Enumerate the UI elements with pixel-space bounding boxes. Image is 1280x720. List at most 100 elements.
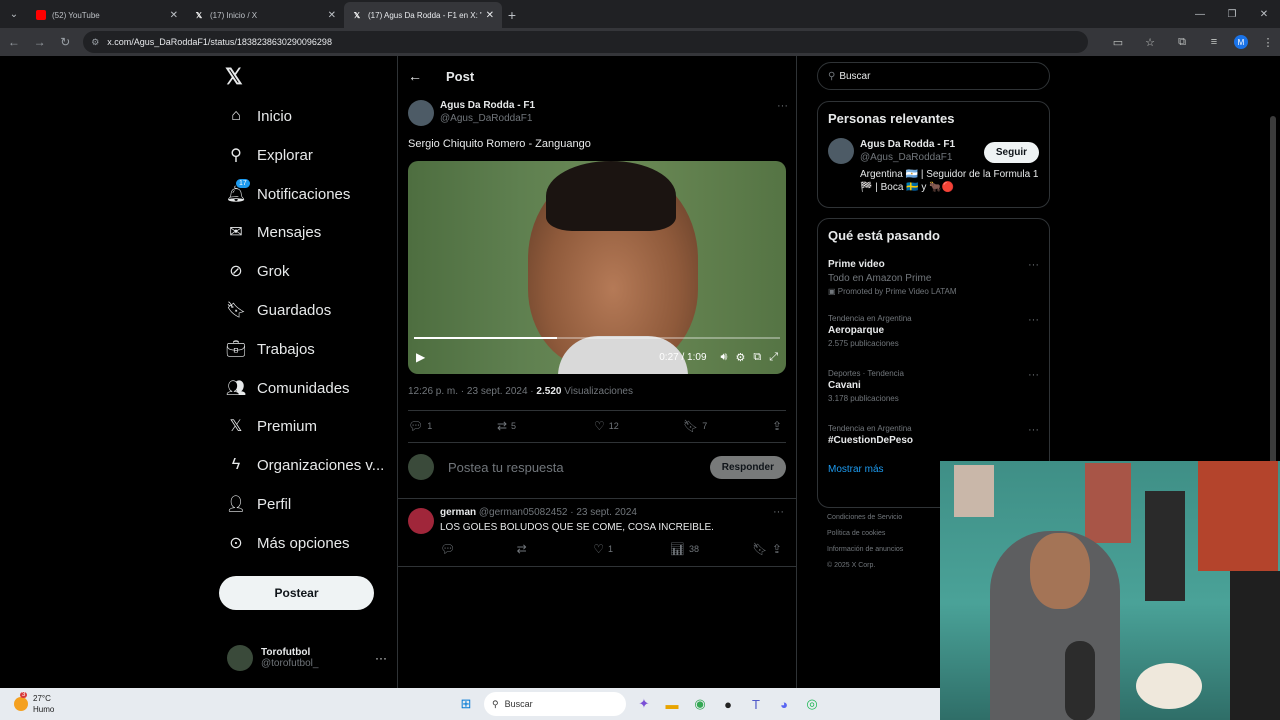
close-icon[interactable]: ✕	[170, 10, 178, 21]
bookmark-button[interactable]: 🔖︎ 7	[683, 419, 772, 433]
footer-link[interactable]: Información de anuncios	[827, 542, 947, 558]
file-explorer-icon[interactable]: ▬	[660, 692, 684, 716]
post-button[interactable]: Postear	[219, 576, 374, 610]
volume-icon[interactable]: 🔊︎	[721, 351, 728, 364]
sidebar-item-inicio[interactable]: ⌂ Inicio	[227, 99, 292, 133]
window-controls: — ❐ ✕	[1184, 0, 1280, 28]
comment-author[interactable]: german	[440, 507, 476, 518]
reply-button[interactable]: 💬︎ 1	[408, 419, 497, 433]
search-input[interactable]: ⚲ Buscar	[817, 62, 1050, 90]
more-dots-icon[interactable]: ···	[773, 506, 784, 518]
taskbar-search[interactable]: ⚲ Buscar	[484, 692, 626, 716]
reply-submit-button[interactable]: Responder	[709, 455, 786, 479]
views-button[interactable]: 📊︎ 38	[670, 542, 753, 556]
trend-item[interactable]: Tendencia en Argentina #CuestionDePeso ·…	[818, 424, 1049, 464]
relevant-person[interactable]: Agus Da Rodda - F1 @Agus_DaRoddaF1 Segui…	[818, 138, 1049, 198]
pip-icon[interactable]: ⧉	[753, 351, 761, 364]
reload-icon[interactable]: ↻	[53, 30, 77, 54]
sidebar-item-perfil[interactable]: 👤︎ Perfil	[226, 487, 291, 521]
follow-button[interactable]: Seguir	[983, 142, 1039, 163]
reading-list-icon[interactable]: ≡	[1202, 30, 1226, 54]
menu-icon[interactable]: ⋮	[1256, 30, 1280, 54]
more-dots-icon[interactable]: ···	[1028, 369, 1039, 381]
sidebar-item-label: Comunidades	[257, 379, 350, 397]
sidebar-item-trabajos[interactable]: 💼︎ Trabajos	[226, 332, 315, 366]
url-field[interactable]: ⚙ x.com/Agus_DaRoddaF1/status/1838238630…	[83, 31, 1088, 53]
promoted-icon: ▣	[828, 287, 838, 296]
video-player[interactable]: ▶ 0:27 / 1:09 🔊︎ ⚙ ⧉ ⤢	[408, 161, 786, 374]
like-button[interactable]: ♡ 12	[594, 419, 683, 433]
avatar[interactable]	[828, 138, 854, 164]
chrome-icon[interactable]: ◉	[688, 692, 712, 716]
sidebar-item-comunidades[interactable]: 👥︎ Comunidades	[226, 371, 350, 405]
avatar[interactable]	[408, 508, 434, 534]
trend-item[interactable]: Prime video Todo en Amazon Prime ▣ Promo…	[818, 259, 1049, 314]
bookmark-button[interactable]: 🔖︎	[752, 542, 772, 556]
play-icon[interactable]: ▶	[416, 350, 425, 364]
tab-x-post[interactable]: 𝕏 (17) Agus Da Rodda - F1 en X: "S ✕	[344, 2, 502, 28]
share-button[interactable]: ⇪	[772, 419, 786, 433]
sidebar-item-organizaciones[interactable]: ϟ Organizaciones v...	[227, 448, 385, 482]
tab-x-home[interactable]: 𝕏 (17) Inicio / X ✕	[186, 2, 344, 28]
close-icon[interactable]: ✕	[328, 10, 336, 21]
tab-search-button[interactable]: ⌄	[0, 0, 28, 28]
post-timestamp[interactable]: 12:26 p. m. · 23 sept. 2024 ·	[408, 386, 536, 397]
more-dots-icon[interactable]: ···	[1028, 314, 1039, 326]
sidebar-item-explorar[interactable]: ⚲ Explorar	[227, 138, 313, 172]
more-dots-icon[interactable]: ···	[375, 651, 387, 665]
obs-icon[interactable]: ●	[716, 692, 740, 716]
more-dots-icon[interactable]: ···	[777, 100, 788, 112]
trend-item[interactable]: Deportes · Tendencia Cavani 3.178 public…	[818, 369, 1049, 424]
repost-button[interactable]: ⇄	[517, 542, 594, 556]
sidebar-item-guardados[interactable]: 🔖︎ Guardados	[226, 293, 331, 327]
windows-start-icon[interactable]: ⊞	[454, 692, 478, 716]
trend-item[interactable]: Tendencia en Argentina Aeroparque 2.575 …	[818, 314, 1049, 369]
tab-youtube[interactable]: (52) YouTube ✕	[28, 2, 186, 28]
x-logo-icon[interactable]: 𝕏	[225, 64, 249, 89]
back-icon[interactable]: ←	[2, 30, 26, 54]
author-handle[interactable]: @Agus_DaRoddaF1	[440, 113, 535, 124]
copilot-icon[interactable]: ✦	[632, 692, 656, 716]
close-window-icon[interactable]: ✕	[1248, 0, 1280, 28]
sidebar-item-premium[interactable]: 𝕏 Premium	[227, 409, 317, 443]
author-name[interactable]: Agus Da Rodda - F1	[440, 100, 535, 111]
sidebar-item-mensajes[interactable]: ✉ Mensajes	[227, 215, 321, 249]
weather-widget[interactable]: 3 27°C Humo	[14, 692, 54, 715]
footer-link[interactable]: Condiciones de Servicio	[827, 510, 947, 526]
sidebar-item-mas-opciones[interactable]: ⊙ Más opciones	[227, 526, 349, 560]
star-icon[interactable]: ☆	[1138, 30, 1162, 54]
repost-count: 5	[511, 421, 517, 431]
spotify-icon[interactable]: ◎	[800, 692, 824, 716]
minimize-icon[interactable]: —	[1184, 0, 1216, 28]
video-progress-bar[interactable]	[414, 337, 780, 339]
close-icon[interactable]: ✕	[486, 10, 494, 21]
page-scrollbar[interactable]	[1270, 116, 1276, 494]
cast-icon[interactable]: ▭	[1106, 30, 1130, 54]
repost-icon: ⇄	[516, 542, 527, 556]
new-tab-button[interactable]: +	[502, 2, 522, 28]
person-name[interactable]: Agus Da Rodda - F1	[860, 139, 955, 150]
more-dots-icon[interactable]: ···	[1028, 424, 1039, 436]
reply-input[interactable]: Postea tu respuesta	[448, 460, 564, 475]
fullscreen-icon[interactable]: ⤢	[769, 351, 778, 364]
share-button[interactable]: ⇪	[772, 542, 786, 556]
account-switcher[interactable]: Torofutbol @torofutbol_ ···	[227, 642, 387, 674]
forward-icon[interactable]: →	[28, 30, 52, 54]
discord-icon[interactable]: ◕	[772, 692, 796, 716]
avatar[interactable]	[408, 100, 434, 126]
settings-icon[interactable]: ⚙	[735, 351, 745, 364]
extensions-icon[interactable]: ⧉	[1170, 30, 1194, 54]
like-button[interactable]: ♡ 1	[593, 542, 670, 556]
comment-item[interactable]: german @german05082452 · 23 sept. 2024 ·…	[408, 506, 786, 562]
reply-button[interactable]: 💬︎	[440, 542, 517, 556]
site-info-icon[interactable]: ⚙	[91, 37, 99, 48]
repost-button[interactable]: ⇄ 5	[497, 419, 594, 433]
sidebar-item-notificaciones[interactable]: 🔔︎ 17 Notificaciones	[226, 177, 350, 211]
restore-icon[interactable]: ❐	[1216, 0, 1248, 28]
more-dots-icon[interactable]: ···	[1028, 259, 1039, 271]
teams-icon[interactable]: T	[744, 692, 768, 716]
profile-avatar[interactable]: M	[1234, 35, 1248, 49]
footer-link[interactable]: Política de cookies	[827, 526, 947, 542]
back-arrow-icon[interactable]: ←	[408, 68, 428, 84]
sidebar-item-grok[interactable]: ⊘ Grok	[227, 254, 289, 288]
